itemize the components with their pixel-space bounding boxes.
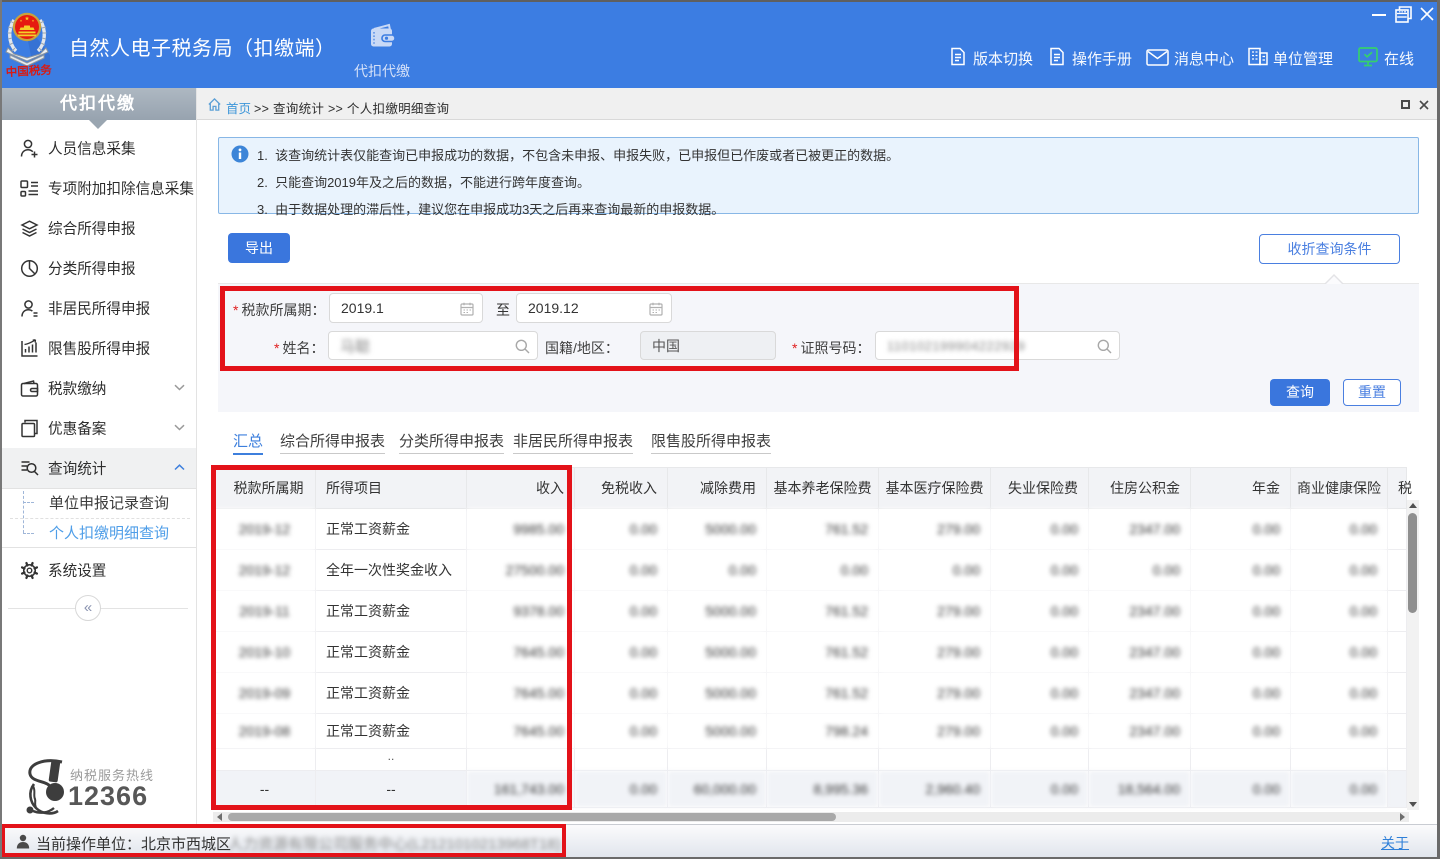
svg-text:中国税务: 中国税务 [5, 63, 52, 79]
